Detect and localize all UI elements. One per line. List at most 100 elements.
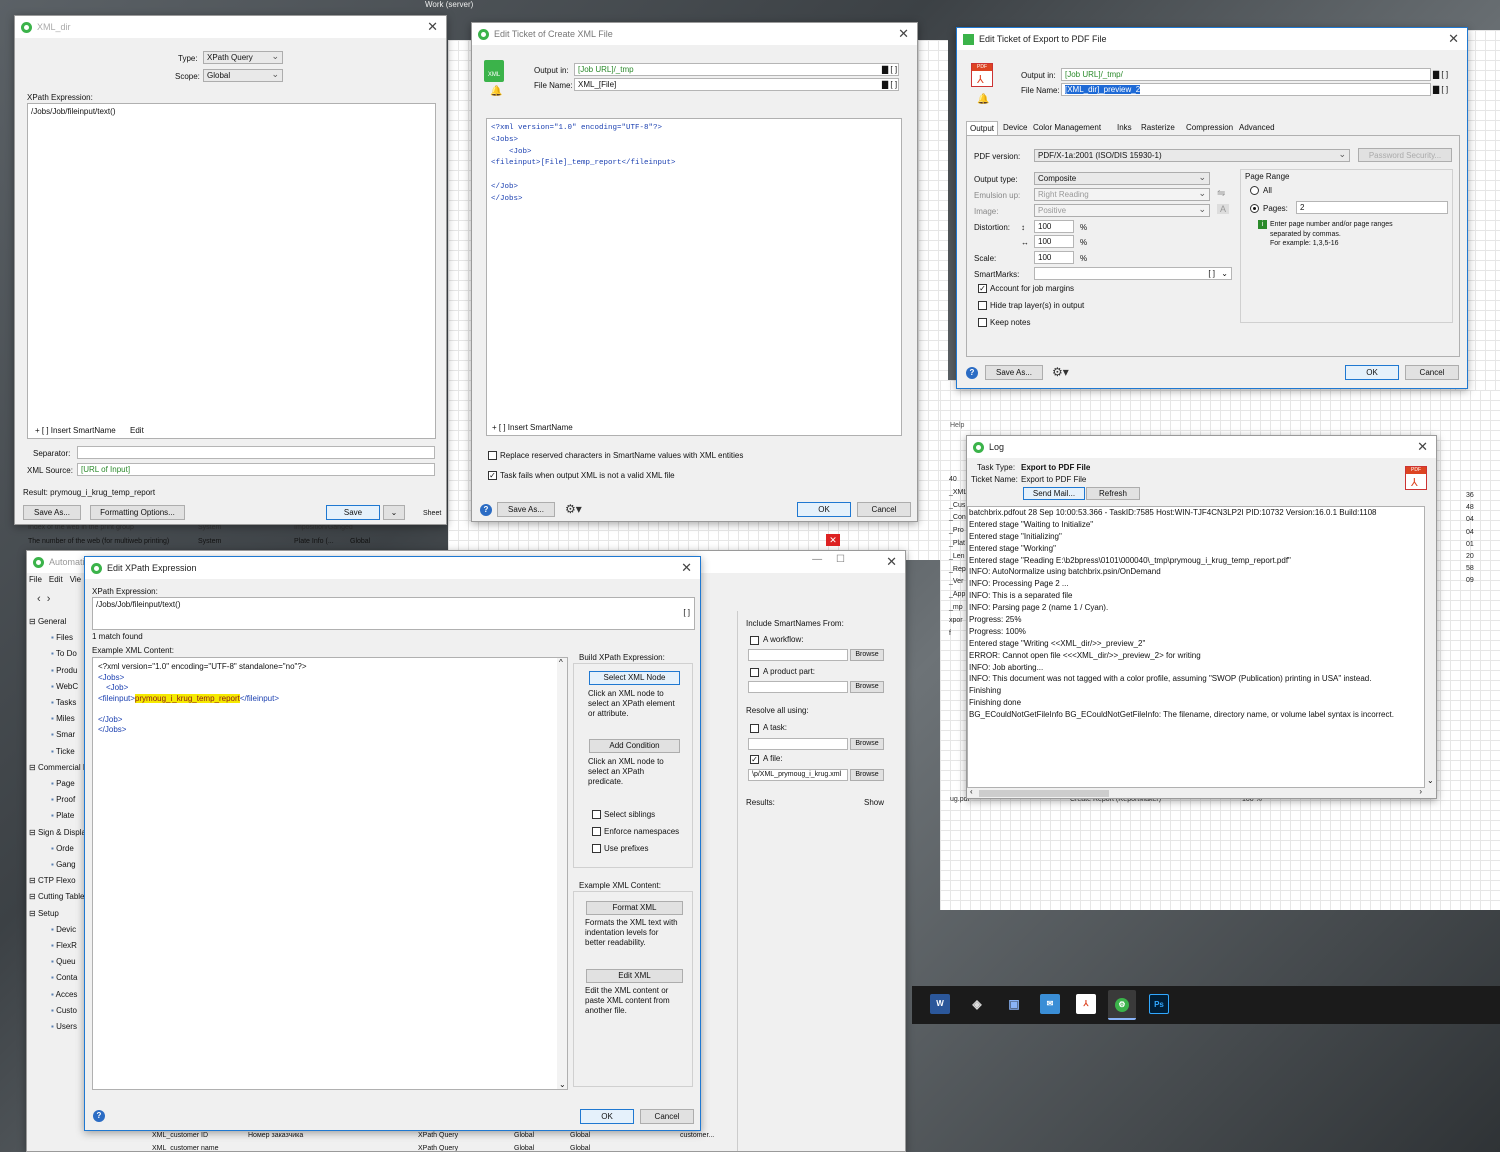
emulsion-select[interactable]: Right Reading	[1034, 188, 1210, 201]
cancel-button[interactable]: Cancel	[857, 502, 911, 517]
use-prefixes-checkbox[interactable]	[592, 844, 601, 853]
cancel-button[interactable]: Cancel	[1405, 365, 1459, 380]
output-in-field[interactable]: [Job URL]/_tmp	[574, 63, 899, 76]
task-checkbox[interactable]	[750, 724, 759, 733]
pages-field[interactable]: 2	[1296, 201, 1448, 214]
scrollbar-thumb[interactable]	[979, 790, 1109, 797]
gear-icon[interactable]: ⚙▾	[565, 502, 582, 516]
show-link[interactable]: Show	[864, 798, 884, 807]
close-icon[interactable]: ✕	[427, 19, 438, 35]
tree-item[interactable]: ▪ Custo	[51, 1006, 77, 1015]
tab-advanced[interactable]: Advanced	[1236, 121, 1278, 134]
save-dropdown-button[interactable]: ⌄	[383, 505, 405, 520]
folder-icon[interactable]: ▇ [ ]	[882, 65, 897, 74]
tree-item[interactable]: ▪ Tasks	[51, 698, 76, 707]
tab-compression[interactable]: Compression	[1183, 121, 1236, 134]
save-as-button[interactable]: Save As...	[23, 505, 81, 520]
select-xml-node-button[interactable]: Select XML Node	[589, 671, 680, 685]
insert-smartname-button[interactable]: + [ ] Insert SmartName	[492, 423, 573, 432]
horizontal-scrollbar[interactable]: ‹ ›	[967, 787, 1425, 798]
save-button[interactable]: Save	[326, 505, 380, 520]
ok-button[interactable]: OK	[1345, 365, 1399, 380]
save-as-button[interactable]: Save As...	[985, 365, 1043, 380]
workflow-field[interactable]	[748, 649, 848, 661]
output-type-select[interactable]: Composite	[1034, 172, 1210, 185]
xml-template-editor[interactable]: <?xml version="1.0" encoding="UTF-8"?> <J…	[486, 118, 902, 436]
format-xml-button[interactable]: Format XML	[586, 901, 683, 915]
output-in-field[interactable]: [Job URL]/_tmp/	[1061, 68, 1431, 81]
distortion-vertical-field[interactable]: 100	[1034, 220, 1074, 233]
bell-icon[interactable]: 🔔	[977, 94, 989, 105]
folder-icon[interactable]: ▇ [ ]	[1433, 70, 1448, 79]
tab-output[interactable]: Output	[966, 121, 999, 135]
help-icon[interactable]: ?	[93, 1110, 105, 1122]
word-icon[interactable]: W	[930, 994, 950, 1014]
file-name-field[interactable]: [XML_dir]_preview_2	[1061, 83, 1431, 96]
workflow-checkbox[interactable]	[750, 636, 759, 645]
tree-group[interactable]: ⊟ CTP Flexo	[29, 876, 76, 885]
xpath-editor[interactable]: /Jobs/Job/fileinput/text()	[27, 103, 436, 439]
vertical-scrollbar[interactable]: ^ ⌄	[557, 658, 567, 1089]
tree-item[interactable]: ▪ Miles	[51, 714, 75, 723]
workflow-browse-button[interactable]: Browse	[850, 649, 884, 661]
save-as-button[interactable]: Save As...	[497, 502, 555, 517]
tree-group[interactable]: ⊟ General	[29, 617, 66, 626]
tab-color-management[interactable]: Color Management	[1030, 121, 1104, 134]
product-part-browse-button[interactable]: Browse	[850, 681, 884, 693]
tree-item[interactable]: ▪ Acces	[51, 990, 77, 999]
tree-item[interactable]: ▪ FlexR	[51, 941, 77, 950]
image-select[interactable]: Positive	[1034, 204, 1210, 217]
product-part-field[interactable]	[748, 681, 848, 693]
keep-notes-checkbox[interactable]	[978, 318, 987, 327]
mail-icon[interactable]: ✉	[1040, 994, 1060, 1014]
bell-icon[interactable]: 🔔	[490, 86, 502, 97]
separator-field[interactable]	[77, 446, 435, 459]
task-fails-checkbox[interactable]: ✓	[488, 471, 497, 480]
file-checkbox[interactable]: ✓	[750, 755, 759, 764]
log-text-area[interactable]: batchbrix.pdfout 28 Sep 10:00:53.366 - T…	[967, 506, 1425, 788]
tree-item[interactable]: ▪ WebC	[51, 682, 78, 691]
edit-xml-button[interactable]: Edit XML	[586, 969, 683, 983]
media-icon[interactable]: ◈	[967, 994, 987, 1014]
close-icon[interactable]: ✕	[1417, 439, 1428, 455]
tree-item[interactable]: ▪ Queu	[51, 957, 76, 966]
help-icon[interactable]: ?	[480, 504, 492, 516]
type-select[interactable]: XPath Query	[203, 51, 283, 64]
pages-radio[interactable]	[1250, 204, 1259, 213]
tab-inks[interactable]: Inks	[1114, 121, 1135, 134]
ok-button[interactable]: OK	[580, 1109, 634, 1124]
menu-file[interactable]: File	[29, 575, 42, 584]
xpath-expression-field[interactable]: /Jobs/Job/fileinput/text() [ ]	[92, 597, 695, 630]
acrobat-icon[interactable]: ⅄	[1076, 994, 1096, 1014]
cancel-button[interactable]: Cancel	[640, 1109, 694, 1124]
task-field[interactable]	[748, 738, 848, 750]
password-security-button[interactable]: Password Security...	[1358, 148, 1452, 162]
computer-icon[interactable]: ▣	[1004, 994, 1024, 1014]
tree-item[interactable]: ▪ Conta	[51, 973, 77, 982]
add-condition-button[interactable]: Add Condition	[589, 739, 680, 753]
tree-item[interactable]: ▪ Plate	[51, 811, 74, 820]
folder-icon[interactable]: ▇ [ ]	[1433, 85, 1448, 94]
menu-edit[interactable]: Edit	[49, 575, 63, 584]
ok-button[interactable]: OK	[797, 502, 851, 517]
xml-source-field[interactable]: [URL of Input]	[77, 463, 435, 476]
example-xml-viewer[interactable]: <?xml version="1.0" encoding="UTF-8" sta…	[92, 657, 568, 1090]
tree-item[interactable]: ▪ Produ	[51, 666, 77, 675]
close-icon[interactable]: ✕	[681, 560, 692, 576]
send-mail-button[interactable]: Send Mail...	[1023, 487, 1085, 500]
tree-item[interactable]: ▪ Users	[51, 1022, 77, 1031]
product-part-checkbox[interactable]	[750, 668, 759, 677]
tree-group[interactable]: ⊟ Cutting Table	[29, 892, 85, 901]
tree-group[interactable]: ⊟ Commercial P	[29, 763, 88, 772]
photoshop-icon[interactable]: Ps	[1149, 994, 1169, 1014]
file-field[interactable]: \p/XML_prymoug_i_krug.xml	[748, 769, 848, 781]
scale-field[interactable]: 100	[1034, 251, 1074, 264]
task-browse-button[interactable]: Browse	[850, 738, 884, 750]
tree-group[interactable]: ⊟ Setup	[29, 909, 59, 918]
back-icon[interactable]: ‹ ›	[37, 593, 50, 605]
tab-device[interactable]: Device	[1000, 121, 1030, 134]
help-icon[interactable]: ?	[966, 367, 978, 379]
menu-view[interactable]: Vie	[70, 575, 81, 584]
smartname-icon[interactable]: [ ]	[683, 608, 690, 617]
insert-smartname-button[interactable]: + [ ] Insert SmartName	[35, 426, 116, 435]
